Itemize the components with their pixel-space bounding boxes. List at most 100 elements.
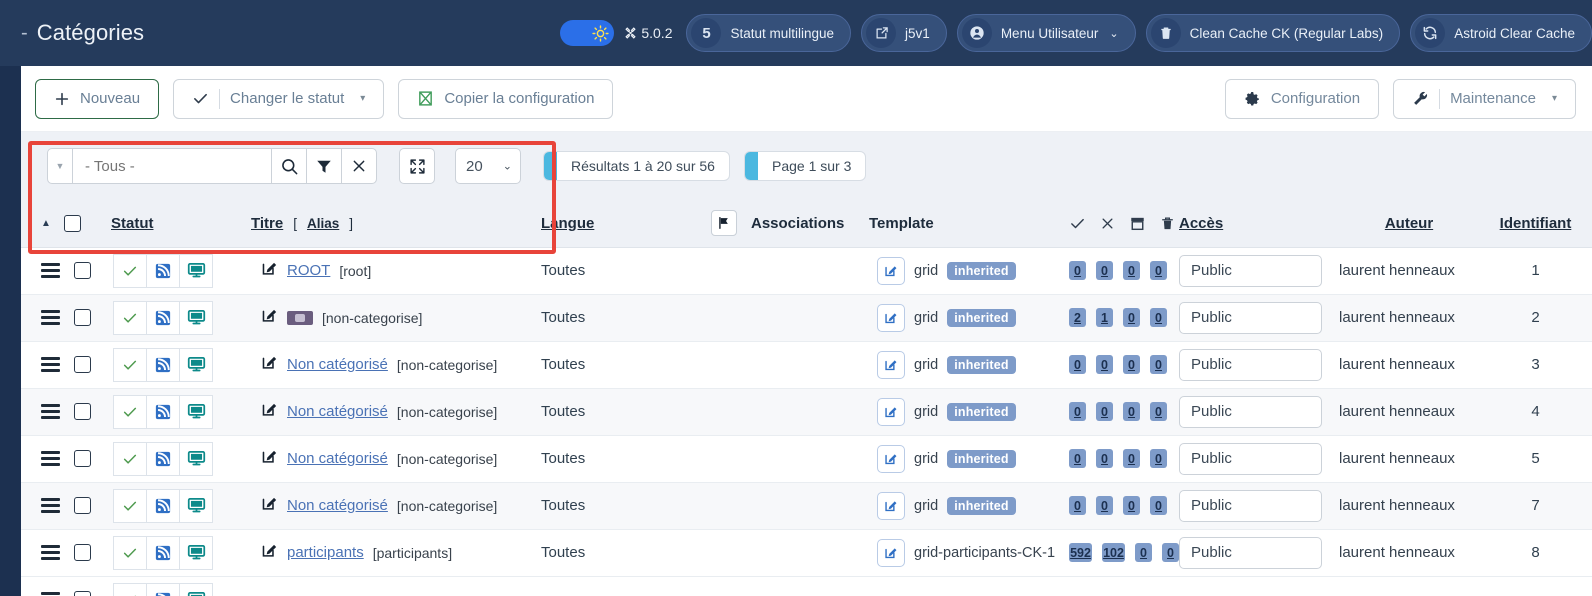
drag-handle-icon[interactable]: [41, 498, 60, 513]
row-checkbox[interactable]: [74, 450, 91, 467]
edit-template-button[interactable]: [877, 491, 905, 520]
count-badge[interactable]: 0: [1150, 402, 1167, 421]
status-published-button[interactable]: [113, 300, 147, 335]
count-badge[interactable]: 0: [1096, 449, 1113, 468]
drag-handle-icon[interactable]: [41, 357, 60, 372]
status-published-icon[interactable]: [122, 357, 138, 373]
table-row[interactable]: [non-categorise] Toutes grid inherited 2…: [21, 294, 1592, 342]
flag-icon[interactable]: [711, 210, 737, 237]
search-button[interactable]: [271, 148, 307, 184]
status-feed-button[interactable]: [146, 488, 180, 523]
access-level-select[interactable]: PublicEnregistréSpécialSuper Utilisateur…: [1179, 395, 1322, 428]
edit-category-icon[interactable]: [261, 354, 278, 375]
rss-feed-icon[interactable]: [154, 497, 172, 515]
rss-feed-icon[interactable]: [154, 262, 172, 280]
collapse-all-button[interactable]: [399, 148, 435, 184]
edit-pencil-icon[interactable]: [261, 542, 278, 559]
edit-category-icon[interactable]: [261, 495, 278, 516]
edit-template-button[interactable]: [877, 256, 905, 285]
status-published-icon[interactable]: [122, 263, 138, 279]
count-badge[interactable]: 0: [1123, 261, 1140, 280]
clear-filters-button[interactable]: [341, 148, 377, 184]
status-published-icon[interactable]: [122, 592, 138, 596]
edit-category-icon[interactable]: [261, 401, 278, 422]
status-preview-button[interactable]: [179, 441, 213, 476]
drag-handle-icon[interactable]: [41, 451, 60, 466]
count-badge[interactable]: 0: [1123, 496, 1140, 515]
count-badge[interactable]: 0: [1096, 355, 1113, 374]
search-scope-dropdown[interactable]: ▼: [47, 148, 73, 184]
header-chip-user-menu[interactable]: Menu Utilisateur ⌄: [956, 14, 1136, 52]
count-badge[interactable]: 0: [1123, 449, 1140, 468]
row-checkbox[interactable]: [74, 403, 91, 420]
access-level-select[interactable]: PublicEnregistréSpécialSuper Utilisateur…: [1179, 536, 1322, 569]
cell-drag-handle[interactable]: [21, 247, 91, 295]
count-badge[interactable]: 0: [1069, 355, 1086, 374]
category-title-link[interactable]: Non catégorisé: [287, 403, 388, 420]
search-input[interactable]: [85, 157, 259, 175]
status-preview-button[interactable]: [179, 488, 213, 523]
header-chip-clean-cache-ck[interactable]: Clean Cache CK (Regular Labs): [1145, 14, 1401, 52]
rss-feed-icon[interactable]: [154, 591, 172, 596]
edit-template-button[interactable]: [877, 538, 905, 567]
select-all-checkbox[interactable]: [63, 214, 81, 232]
edit-category-icon[interactable]: [261, 542, 278, 563]
th-alias-label[interactable]: Alias: [307, 216, 339, 231]
cell-drag-handle[interactable]: [21, 576, 91, 596]
header-chip-astroid-clear-cache[interactable]: Astroid Clear Cache: [1410, 14, 1592, 52]
preview-monitor-icon[interactable]: [187, 590, 206, 596]
status-published-icon[interactable]: [122, 545, 138, 561]
drag-handle-icon[interactable]: [41, 592, 60, 596]
category-title-link[interactable]: Non catégorisé: [287, 450, 388, 467]
cell-drag-handle[interactable]: [21, 529, 91, 577]
status-published-icon[interactable]: [122, 310, 138, 326]
table-row[interactable]: Non catégorisé [non-categorise] Toutes gr…: [21, 388, 1592, 436]
count-badge[interactable]: 0: [1123, 402, 1140, 421]
count-badge[interactable]: 0: [1123, 355, 1140, 374]
drag-handle-icon[interactable]: [41, 263, 60, 278]
status-feed-button[interactable]: [146, 394, 180, 429]
table-row[interactable]: Non catégorisé [non-categorise] Toutes gr…: [21, 341, 1592, 389]
count-badge[interactable]: 0: [1069, 449, 1086, 468]
rss-feed-icon[interactable]: [154, 450, 172, 468]
chevron-down-icon[interactable]: ▾: [1552, 93, 1557, 104]
th-titre[interactable]: Titre [ Alias ]: [251, 200, 541, 248]
status-preview-button[interactable]: [179, 253, 213, 288]
change-status-button[interactable]: Changer le statut ▾: [173, 78, 385, 119]
count-badge[interactable]: 0: [1096, 402, 1113, 421]
theme-toggle[interactable]: [560, 20, 615, 46]
status-feed-button[interactable]: [146, 347, 180, 382]
cell-drag-handle[interactable]: [21, 388, 91, 436]
list-limit-select[interactable]: 5101520253050100Tous: [455, 148, 521, 184]
category-title-link[interactable]: Non catégorisé: [287, 356, 388, 373]
row-checkbox[interactable]: [74, 309, 91, 326]
th-sort-handle[interactable]: ▲: [21, 200, 83, 248]
status-published-button[interactable]: [113, 347, 147, 382]
copy-configuration-button[interactable]: Copier la configuration: [398, 78, 614, 119]
table-row[interactable]: Non catégorisé [non-categorise] Toutes gr…: [21, 435, 1592, 483]
edit-template-button[interactable]: [877, 444, 905, 473]
th-identifiant[interactable]: Identifiant: [1479, 200, 1592, 248]
status-published-icon[interactable]: [122, 404, 138, 420]
status-published-button[interactable]: [113, 441, 147, 476]
status-preview-button[interactable]: [179, 300, 213, 335]
count-badge[interactable]: 0: [1150, 449, 1167, 468]
status-published-button[interactable]: [113, 488, 147, 523]
trash-icon[interactable]: [1160, 215, 1175, 232]
preview-monitor-icon[interactable]: [187, 496, 206, 515]
count-badge[interactable]: 0: [1069, 261, 1086, 280]
archive-icon[interactable]: [1129, 215, 1146, 232]
count-badge[interactable]: 2: [1069, 308, 1086, 327]
count-badge[interactable]: 0: [1096, 261, 1113, 280]
count-badge[interactable]: 102: [1102, 543, 1125, 562]
row-checkbox[interactable]: [74, 356, 91, 373]
cell-drag-handle[interactable]: [21, 341, 91, 389]
count-badge[interactable]: 0: [1123, 308, 1140, 327]
maintenance-button[interactable]: Maintenance ▾: [1393, 78, 1576, 119]
table-row[interactable]: [21, 576, 1592, 596]
count-badge[interactable]: 0: [1150, 355, 1167, 374]
edit-template-button[interactable]: [877, 397, 905, 426]
row-checkbox[interactable]: [74, 544, 91, 561]
status-published-button[interactable]: [113, 535, 147, 570]
preview-monitor-icon[interactable]: [187, 543, 206, 562]
